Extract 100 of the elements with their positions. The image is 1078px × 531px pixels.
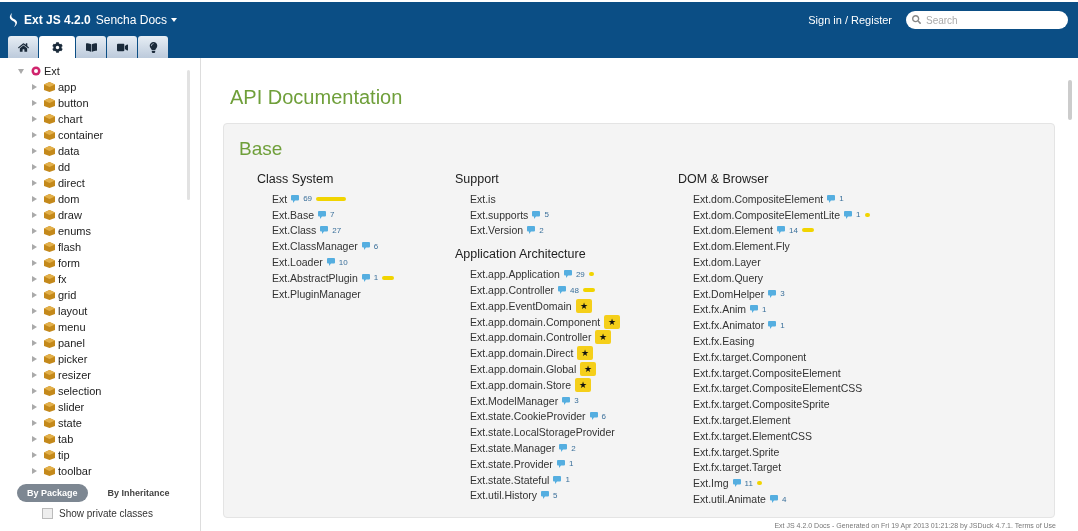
class-link[interactable]: Ext	[272, 192, 288, 205]
collapsed-arrow-icon[interactable]	[32, 436, 37, 442]
collapsed-arrow-icon[interactable]	[32, 292, 37, 298]
collapsed-arrow-icon[interactable]	[32, 196, 37, 202]
class-link[interactable]: Ext.state.CookieProvider	[470, 410, 586, 423]
tree-item[interactable]: direct	[58, 177, 85, 189]
class-link[interactable]: Ext.state.Provider	[470, 457, 553, 470]
collapsed-arrow-icon[interactable]	[32, 148, 37, 154]
tree-item[interactable]: container	[58, 129, 104, 141]
class-link[interactable]: Ext.supports	[470, 208, 529, 221]
class-link[interactable]: Ext.Img	[693, 477, 729, 490]
class-link[interactable]: Ext.app.EventDomain	[470, 299, 572, 312]
sign-in-link[interactable]: Sign in / Register	[808, 14, 892, 26]
class-link[interactable]: Ext.Loader	[272, 256, 323, 269]
collapsed-arrow-icon[interactable]	[32, 420, 37, 426]
search-field[interactable]: Search	[906, 11, 1068, 29]
tree-item[interactable]: data	[58, 145, 80, 157]
nav-tab[interactable]	[76, 36, 106, 58]
tree-item[interactable]: layout	[58, 305, 88, 317]
collapsed-arrow-icon[interactable]	[32, 452, 37, 458]
class-link[interactable]: Ext.fx.Anim	[693, 303, 747, 316]
class-link[interactable]: Ext.dom.Query	[693, 271, 764, 284]
class-link[interactable]: Ext.util.Animate	[693, 493, 766, 506]
class-link[interactable]: Ext.dom.Layer	[693, 256, 761, 269]
nav-tab[interactable]	[39, 36, 75, 58]
class-link[interactable]: Ext.fx.Animator	[693, 319, 765, 332]
collapsed-arrow-icon[interactable]	[32, 468, 37, 474]
collapsed-arrow-icon[interactable]	[32, 244, 37, 250]
class-link[interactable]: Ext.DomHelper	[693, 287, 765, 300]
class-link[interactable]: Ext.app.domain.Store	[470, 378, 571, 391]
class-link[interactable]: Ext.dom.CompositeElementLite	[693, 208, 841, 221]
class-link[interactable]: Ext.state.LocalStorageProvider	[470, 426, 615, 439]
tree-item[interactable]: fx	[58, 273, 67, 285]
collapsed-arrow-icon[interactable]	[32, 228, 37, 234]
tree-item[interactable]: flash	[58, 241, 82, 253]
tree-item[interactable]: tab	[58, 433, 74, 445]
collapsed-arrow-icon[interactable]	[32, 372, 37, 378]
site-menu[interactable]: Sencha Docs	[95, 13, 178, 27]
tree-item[interactable]: chart	[58, 113, 83, 125]
collapsed-arrow-icon[interactable]	[32, 180, 37, 186]
tree-item[interactable]: draw	[58, 209, 82, 221]
class-link[interactable]: Ext.fx.Easing	[693, 335, 755, 348]
view-toggle-button[interactable]: By Inheritance	[97, 484, 180, 502]
class-link[interactable]: Ext.Base	[272, 208, 315, 221]
class-link[interactable]: Ext.Class	[272, 224, 317, 237]
nav-tab[interactable]	[8, 36, 38, 58]
scrollbar[interactable]	[1068, 80, 1072, 120]
collapsed-arrow-icon[interactable]	[32, 100, 37, 106]
class-link[interactable]: Ext.dom.Element	[693, 224, 773, 237]
tree-item[interactable]: state	[58, 417, 82, 429]
checkbox[interactable]	[42, 508, 53, 519]
class-link[interactable]: Ext.fx.target.CompositeSprite	[693, 398, 830, 411]
collapsed-arrow-icon[interactable]	[32, 260, 37, 266]
class-link[interactable]: Ext.util.History	[470, 489, 538, 502]
collapsed-arrow-icon[interactable]	[32, 164, 37, 170]
class-link[interactable]: Ext.fx.target.Element	[693, 414, 791, 427]
class-link[interactable]: Ext.fx.target.CompositeElementCSS	[693, 382, 863, 395]
tree-item[interactable]: form	[58, 257, 80, 269]
tree-item[interactable]: dom	[58, 193, 80, 205]
tree-item[interactable]: slider	[58, 401, 85, 413]
class-link[interactable]: Ext.AbstractPlugin	[272, 271, 358, 284]
class-link[interactable]: Ext.fx.target.Target	[693, 461, 782, 474]
class-link[interactable]: Ext.app.Application	[470, 268, 560, 281]
class-link[interactable]: Ext.dom.CompositeElement	[693, 192, 824, 205]
tree-item[interactable]: picker	[58, 353, 88, 365]
collapsed-arrow-icon[interactable]	[32, 324, 37, 330]
tree-item[interactable]: enums	[58, 225, 92, 237]
class-link[interactable]: Ext.fx.target.ElementCSS	[693, 429, 813, 442]
collapsed-arrow-icon[interactable]	[32, 116, 37, 122]
tree-item[interactable]: tip	[58, 449, 70, 461]
collapsed-arrow-icon[interactable]	[32, 404, 37, 410]
collapsed-arrow-icon[interactable]	[32, 308, 37, 314]
class-link[interactable]: Ext.dom.Element.Fly	[693, 240, 790, 253]
nav-tab[interactable]	[107, 36, 137, 58]
class-link[interactable]: Ext.app.domain.Direct	[470, 347, 574, 360]
class-link[interactable]: Ext.fx.target.CompositeElement	[693, 366, 841, 379]
collapsed-arrow-icon[interactable]	[32, 356, 37, 362]
class-link[interactable]: Ext.ModelManager	[470, 394, 559, 407]
tree-item[interactable]: toolbar	[58, 465, 92, 477]
tree-item[interactable]: app	[58, 81, 77, 93]
class-link[interactable]: Ext.fx.target.Sprite	[693, 445, 780, 458]
collapsed-arrow-icon[interactable]	[32, 276, 37, 282]
class-link[interactable]: Ext.app.domain.Global	[470, 363, 577, 376]
tree-item[interactable]: panel	[58, 337, 85, 349]
class-link[interactable]: Ext.app.domain.Component	[470, 315, 601, 328]
collapsed-arrow-icon[interactable]	[32, 388, 37, 394]
collapsed-arrow-icon[interactable]	[32, 132, 37, 138]
tree-item[interactable]: resizer	[58, 369, 91, 381]
collapsed-arrow-icon[interactable]	[32, 84, 37, 90]
tree-item[interactable]: Ext	[44, 65, 60, 77]
class-link[interactable]: Ext.state.Manager	[470, 442, 556, 455]
class-link[interactable]: Ext.Version	[470, 224, 524, 237]
class-link[interactable]: Ext.ClassManager	[272, 240, 358, 253]
nav-tab[interactable]	[138, 36, 168, 58]
class-link[interactable]: Ext.state.Stateful	[470, 473, 550, 486]
collapsed-arrow-icon[interactable]	[32, 212, 37, 218]
class-link[interactable]: Ext.fx.target.Component	[693, 350, 807, 363]
class-link[interactable]: Ext.app.Controller	[470, 284, 555, 297]
class-link[interactable]: Ext.app.domain.Controller	[470, 331, 592, 344]
expanded-arrow-icon[interactable]	[18, 68, 24, 74]
